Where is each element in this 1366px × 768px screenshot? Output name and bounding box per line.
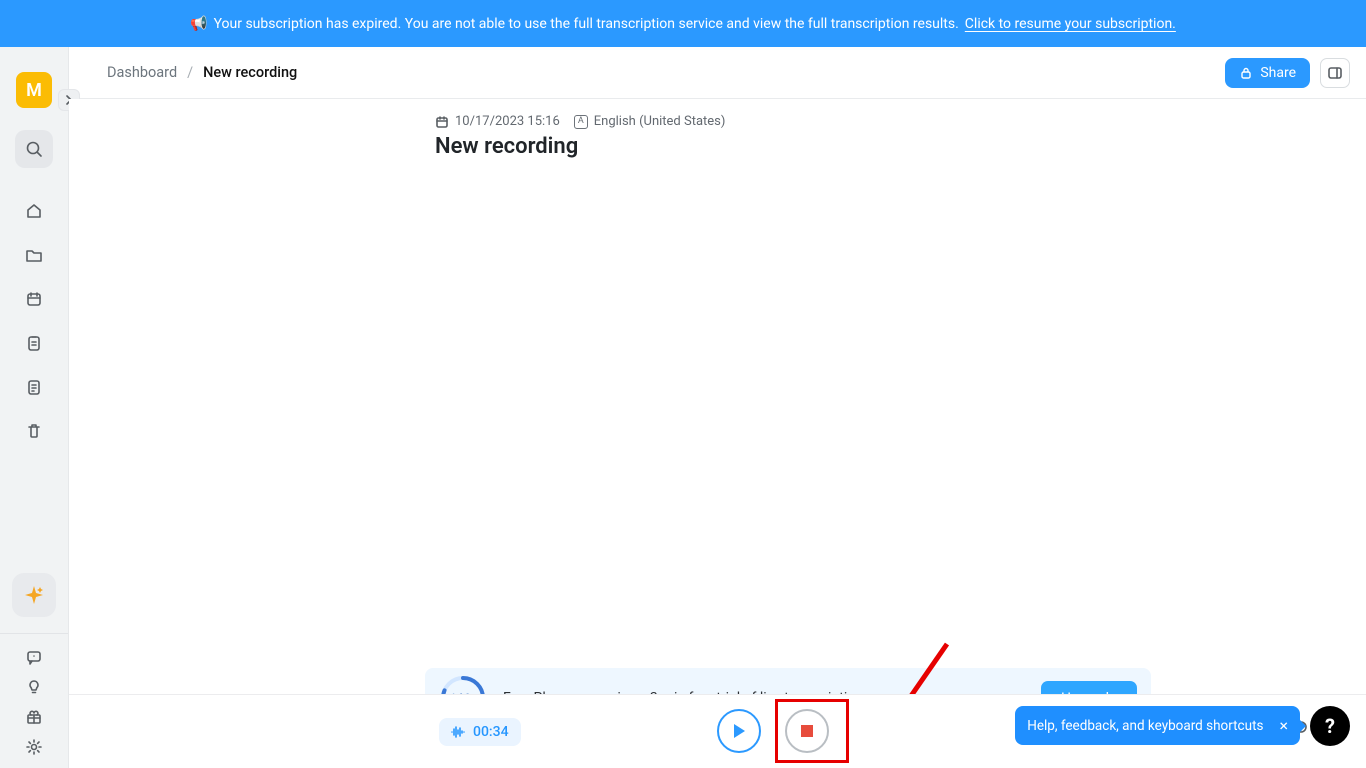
breadcrumb-current: New recording [203,64,297,81]
breadcrumb-dashboard-link[interactable]: Dashboard [107,64,177,81]
search-button[interactable] [15,130,53,168]
megaphone-icon: 📢 [190,17,207,31]
play-icon [732,723,746,739]
stop-button[interactable] [785,709,829,753]
recording-timer[interactable]: 00:34 [439,718,521,746]
meta-datetime-text: 10/17/2023 15:16 [455,114,560,129]
language-icon: A [574,115,588,129]
share-button[interactable]: Share [1225,58,1310,88]
clipboard-icon [25,334,43,352]
nav-settings[interactable] [15,732,53,762]
help-tooltip-close[interactable]: × [1279,716,1288,735]
play-button[interactable] [717,709,761,753]
lock-icon [1239,66,1253,80]
stop-icon [801,725,813,737]
document-icon [25,378,43,396]
breadcrumb-separator: / [187,64,193,81]
nav-gift[interactable] [15,702,53,732]
gear-icon [25,738,43,756]
waveform-icon [451,726,465,738]
document-title[interactable]: New recording [435,134,578,159]
meta-language[interactable]: A English (United States) [574,114,726,129]
breadcrumb: Dashboard / New recording [107,64,297,81]
meta-language-text: English (United States) [594,114,726,129]
resume-subscription-link[interactable]: Click to resume your subscription. [965,16,1176,32]
document-page: 10/17/2023 15:16 A English (United State… [69,99,1366,768]
nav-home[interactable] [15,192,53,230]
recording-timer-text: 00:34 [473,724,509,740]
chat-icon [25,648,43,666]
share-button-label: Share [1260,65,1296,81]
calendar-icon [25,290,43,308]
content-area: Dashboard / New recording Share 10/17/20… [69,47,1366,768]
sparkle-icon [23,584,45,606]
folder-icon [25,246,43,264]
trash-icon [25,422,43,440]
right-panel-toggle[interactable] [1320,58,1350,88]
nav-notes[interactable] [15,368,53,406]
gift-icon [25,708,43,726]
lightbulb-icon [25,678,43,696]
meta-datetime[interactable]: 10/17/2023 15:16 [435,114,560,129]
sidebar: M [0,47,69,768]
nav-tasks[interactable] [15,324,53,362]
panel-icon [1327,65,1343,81]
banner-text: Your subscription has expired. You are n… [214,16,959,32]
ai-assistant-button[interactable] [12,573,56,617]
help-tooltip: Help, feedback, and keyboard shortcuts × [1015,706,1300,745]
help-tooltip-text: Help, feedback, and keyboard shortcuts [1027,718,1263,734]
search-icon [25,140,43,158]
document-meta: 10/17/2023 15:16 A English (United State… [435,114,725,129]
app-logo[interactable]: M [16,72,52,108]
calendar-small-icon [435,115,449,129]
subscription-banner: 📢 Your subscription has expired. You are… [0,0,1366,47]
nav-calendar[interactable] [15,280,53,318]
help-fab[interactable]: ? [1310,706,1350,746]
nav-feedback[interactable] [15,642,53,672]
home-icon [25,202,43,220]
topbar: Dashboard / New recording Share [69,47,1366,99]
nav-ideas[interactable] [15,672,53,702]
nav-folders[interactable] [15,236,53,274]
nav-trash[interactable] [15,412,53,450]
